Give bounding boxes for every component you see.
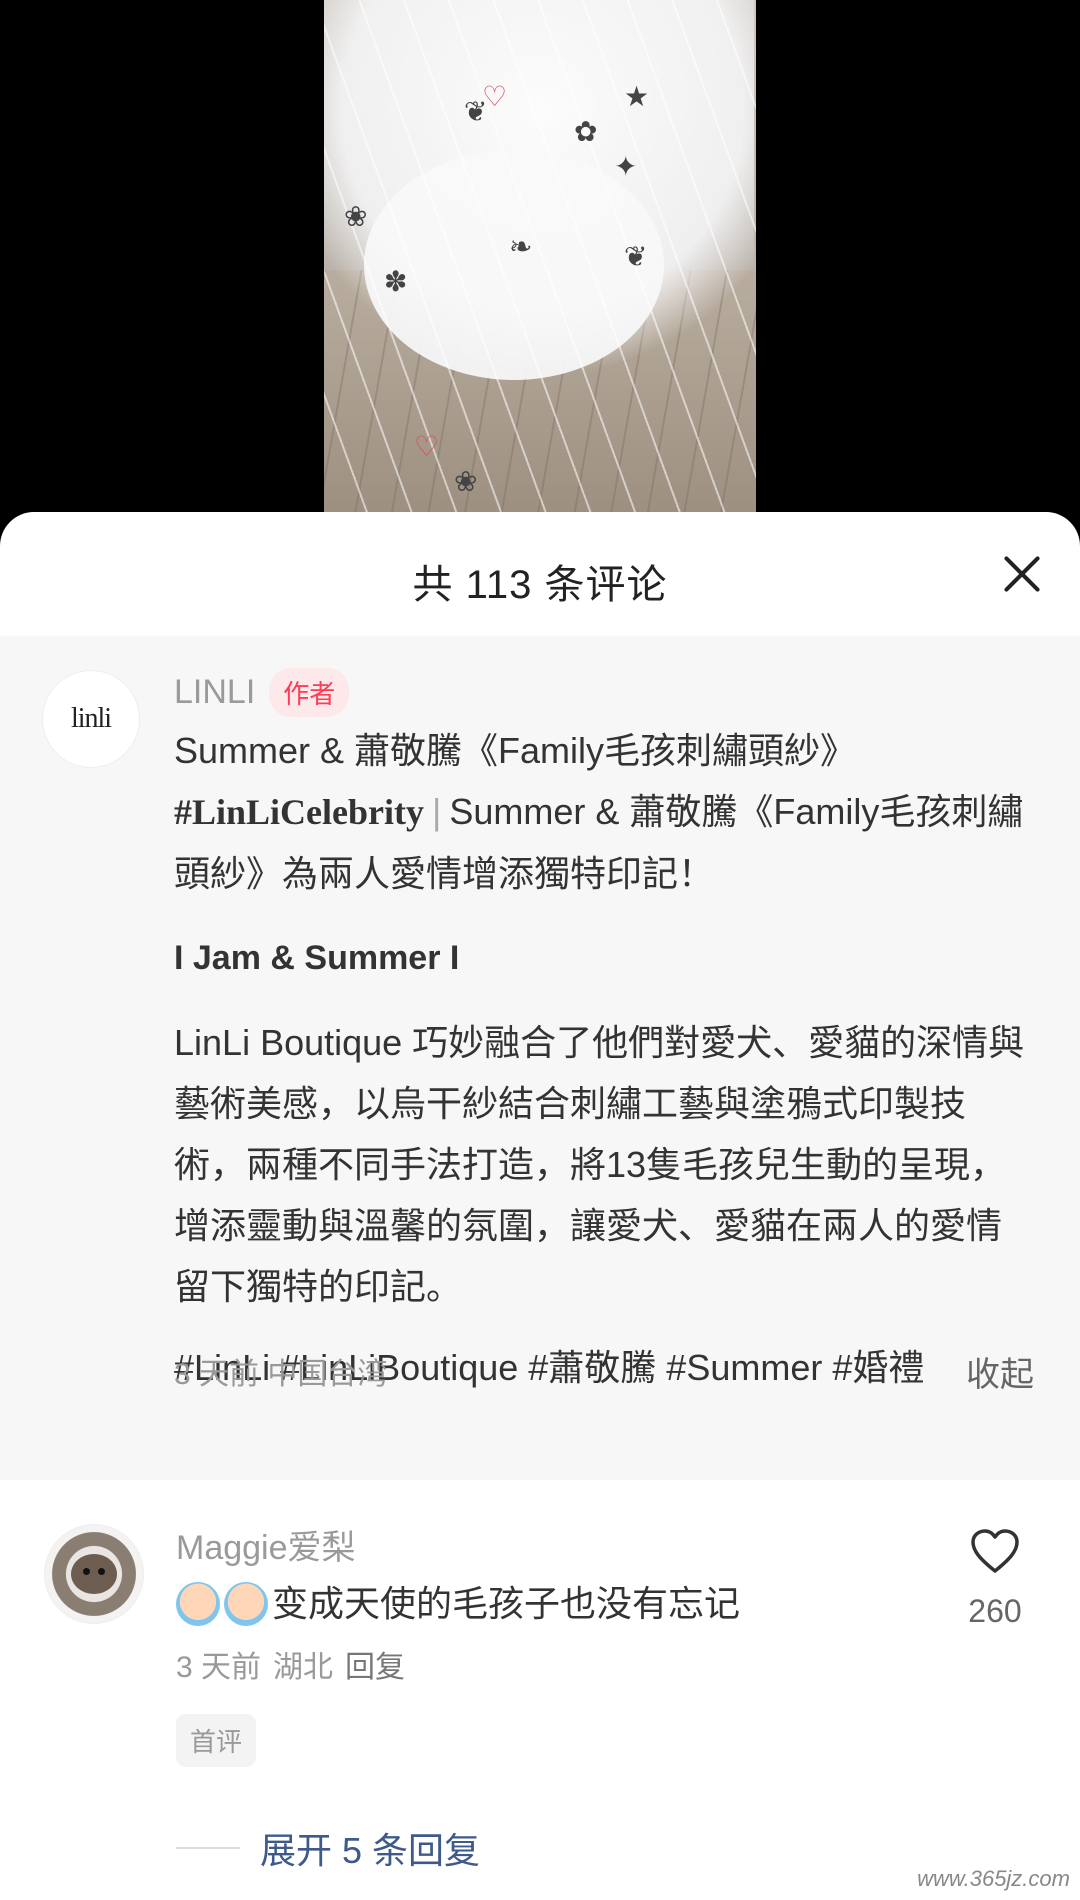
like-button[interactable]: 260 <box>950 1528 1040 1630</box>
cat-embroidery-icon-3: ❦ <box>624 241 648 272</box>
user-comment[interactable]: Maggie爱梨 变成天使的毛孩子也没有忘记 3 天前 湖北 回复 首评 260 展… <box>0 1480 1080 1900</box>
comment-text: 变成天使的毛孩子也没有忘记 <box>272 1583 741 1624</box>
comment-content: Maggie爱梨 变成天使的毛孩子也没有忘记 3 天前 湖北 回复 首评 <box>176 1522 940 1767</box>
cat-embroidery-icon-2: ❧ <box>509 231 533 262</box>
heart-icon[interactable] <box>970 1528 1020 1574</box>
username[interactable]: Maggie爱梨 <box>176 1522 940 1574</box>
timestamp: 3 天前 <box>176 1651 262 1684</box>
avatar[interactable] <box>44 1524 144 1624</box>
username[interactable]: LINLI <box>174 673 255 712</box>
avatar[interactable]: linli <box>42 670 140 768</box>
cat-angel-embroidery-icon: ❀ <box>454 466 478 497</box>
location: 湖北 <box>273 1651 334 1684</box>
dog-avatar-icon <box>71 1554 117 1594</box>
expand-divider <box>176 1847 240 1849</box>
close-icon[interactable] <box>998 550 1046 598</box>
author-badge: 作者 <box>269 667 350 717</box>
collapse-button[interactable]: 收起 <box>966 1347 1034 1396</box>
timestamp: 3 天前 <box>174 1358 260 1391</box>
comment-meta: 3 天前 中国台湾 收起 <box>174 1346 1034 1396</box>
sheet-header: 共 113 条评论 <box>0 512 1080 636</box>
comment-text-row: 变成天使的毛孩子也没有忘记 <box>176 1574 940 1634</box>
flower-embroidery-icon: ✽ <box>384 266 408 297</box>
name-row: LINLI 作者 <box>174 666 1034 718</box>
brand-logo: linli <box>70 703 112 734</box>
expand-replies[interactable]: 展开 5 条回复 <box>176 1822 480 1874</box>
reply-button[interactable]: 回复 <box>345 1651 405 1684</box>
cat-embroidery-icon: ✿ <box>574 116 598 147</box>
first-comment-badge: 首评 <box>176 1714 257 1767</box>
like-count: 260 <box>968 1593 1022 1629</box>
comments-count-title: 共 113 条评论 <box>412 563 668 607</box>
video-frame[interactable]: ❦ ♡ ✿ ❀ ✦ ✽ ❧ ❦ ♡ ❀ ★ <box>324 0 756 520</box>
crying-emoji-icon <box>176 1582 220 1626</box>
comment-line: Summer & 蕭敬騰《Family毛孩刺繡頭紗》 <box>174 730 857 771</box>
section-heading: I Jam & Summer I <box>174 939 460 977</box>
heart-embroidery-icon: ♡ <box>482 81 508 112</box>
comment-meta: 3 天前 湖北 回复 <box>176 1646 940 1690</box>
comment-content: LINLI 作者 Summer & 蕭敬騰《Family毛孩刺繡頭紗》 #Lin… <box>174 666 1034 1397</box>
comments-sheet: 共 113 条评论 linli LINLI 作者 Summer & 蕭敬騰《Fa… <box>0 512 1080 1900</box>
star-embroidery-icon-2: ★ <box>624 81 650 112</box>
star-embroidery-icon: ✦ <box>614 151 638 182</box>
expand-replies-button[interactable]: 展开 5 条回复 <box>260 1822 480 1874</box>
comment-paragraph: #LinLiCelebrity | Summer & 蕭敬騰《Family毛孩刺繡頭… <box>174 781 1034 904</box>
watermark: www.365jz.com <box>917 1866 1070 1891</box>
location: 中国台湾 <box>267 1358 388 1391</box>
comment-body: LinLi Boutique 巧妙融合了他們對愛犬、愛貓的深情與藝術美感，以烏干… <box>174 1022 1025 1307</box>
veil-lines <box>324 0 756 520</box>
dog-embroidery-icon-2: ❀ <box>344 201 368 232</box>
crying-emoji-icon <box>224 1582 268 1626</box>
video-player[interactable]: ❦ ♡ ✿ ❀ ✦ ✽ ❧ ❦ ♡ ❀ ★ <box>0 0 1080 540</box>
divider: | <box>432 791 442 832</box>
heart-embroidery-icon-2: ♡ <box>414 431 440 462</box>
time-location: 3 天前 中国台湾 <box>174 1349 387 1393</box>
author-comment[interactable]: linli LINLI 作者 Summer & 蕭敬騰《Family毛孩刺繡頭紗… <box>0 636 1080 1480</box>
hashtag-link[interactable]: #LinLiCelebrity <box>174 792 424 832</box>
